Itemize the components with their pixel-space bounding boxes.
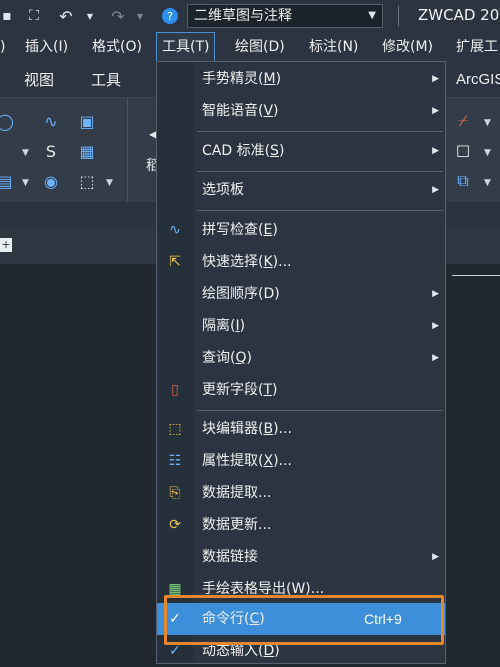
submenu-arrow-icon: ▶ (432, 106, 439, 116)
save-icon[interactable]: ▪ (2, 6, 12, 26)
tools-menu: 手势精灵(M) ▶ 智能语音(V) ▶ CAD 标准(S) ▶ 选项板 ▶ ∿ … (156, 61, 446, 664)
menu-separator (197, 410, 443, 411)
menu-item-data-extract[interactable]: ⎘ 数据提取... (157, 477, 445, 509)
quick-select-icon: ⇱ (169, 254, 181, 270)
menu-separator (197, 210, 443, 211)
submenu-arrow-icon: ▶ (432, 289, 439, 299)
menu-item-label: 查询(Q) (202, 350, 252, 366)
tab-view[interactable]: 视图 (24, 62, 54, 98)
tab-arcgis[interactable]: ArcGIS (456, 62, 500, 98)
menu-item-label: 绘图顺序(D) (202, 286, 280, 302)
highlight-box (164, 595, 444, 645)
chevron-down-icon[interactable]: ▼ (22, 178, 29, 188)
undo-dropdown-icon[interactable]: ▼ (84, 6, 96, 26)
menu-item-voice[interactable]: 智能语音(V) ▶ (157, 95, 445, 127)
submenu-arrow-icon: ▶ (432, 552, 439, 562)
spline-tool-icon[interactable]: ∿ (40, 110, 62, 132)
copy-tool-icon[interactable]: ⧉ (452, 170, 474, 192)
fullscreen-icon[interactable]: ⛶ (24, 6, 44, 26)
menu-item-label: 更新字段(T) (202, 382, 278, 398)
canvas-line (452, 275, 500, 276)
menu-item-cad-standard[interactable]: CAD 标准(S) ▶ (157, 135, 445, 167)
menu-item-label: 手势精灵(M) (202, 71, 282, 87)
donut-tool-icon[interactable]: ◉ (40, 170, 62, 192)
data-extract-icon: ⎘ (169, 485, 181, 501)
menu-item-label: 智能语音(V) (202, 103, 279, 119)
menu-item-label: 选项板 (202, 182, 244, 198)
menu-item-label: 块编辑器(B)... (202, 421, 292, 437)
menu-item-gesture[interactable]: 手势精灵(M) ▶ (157, 63, 445, 95)
menu-item-label: 隔离(I) (202, 318, 246, 334)
menu-item-attribute-extract[interactable]: ☷ 属性提取(X)... (157, 445, 445, 477)
menu-bar: ) 插入(I) 格式(O) 工具(T) 绘图(D) 标注(N) 修改(M) 扩展… (0, 32, 500, 62)
update-field-icon: ▯ (171, 382, 179, 398)
menu-item-block-editor[interactable]: ⬚ 块编辑器(B)... (157, 413, 445, 445)
menu-draw[interactable]: 绘图(D) (235, 32, 285, 62)
menu-item-label: 属性提取(X)... (202, 453, 292, 469)
menu-item-data-update[interactable]: ⟳ 数据更新... (157, 509, 445, 541)
spell-check-icon: ∿ (169, 222, 181, 238)
menu-item-palettes[interactable]: 选项板 ▶ (157, 174, 445, 206)
title-bar: ▪ ⛶ ↶ ▼ ↷ ▼ ? 二维草图与注释 ▼ ZWCAD 20 (0, 0, 500, 32)
polyline-tool-icon[interactable]: S (40, 140, 62, 162)
data-update-icon: ⟳ (169, 517, 181, 533)
submenu-arrow-icon: ▶ (432, 74, 439, 84)
submenu-arrow-icon: ▶ (432, 321, 439, 331)
redo-dropdown-icon[interactable]: ▼ (134, 6, 146, 26)
app-title: ZWCAD 20 (418, 6, 500, 24)
chevron-down-icon[interactable]: ▼ (22, 148, 29, 158)
menu-item-label: 拼写检查(E) (202, 222, 278, 238)
workspace-select[interactable]: 二维草图与注释 ▼ (187, 4, 383, 28)
redo-icon[interactable]: ↷ (108, 6, 128, 26)
region-tool-icon[interactable]: ⬚ (76, 170, 98, 192)
submenu-arrow-icon: ▶ (432, 146, 439, 156)
block-editor-icon: ⬚ (168, 421, 182, 437)
menu-separator (197, 171, 443, 172)
menu-item-label: 快速选择(K)... (202, 254, 292, 270)
menu-item-inquiry[interactable]: 查询(Q) ▶ (157, 342, 445, 374)
menu-extend[interactable]: 扩展工 (456, 32, 498, 62)
menu-partial[interactable]: ) (0, 32, 6, 62)
menu-item-spell-check[interactable]: ∿ 拼写检查(E) (157, 214, 445, 246)
attribute-extract-icon: ☷ (168, 453, 182, 469)
chevron-down-icon[interactable]: ▼ (484, 178, 491, 188)
table-tool-icon[interactable]: ▤ (0, 170, 16, 192)
menu-format[interactable]: 格式(O) (92, 32, 142, 62)
trim-tool-icon[interactable]: ⌿ (452, 110, 474, 132)
undo-icon[interactable]: ↶ (56, 6, 76, 26)
menu-insert[interactable]: 插入(I) (25, 32, 68, 62)
circle-tool-icon[interactable]: ◯ (0, 110, 16, 132)
tab-tools[interactable]: 工具 (91, 62, 121, 98)
menu-item-update-field[interactable]: ▯ 更新字段(T) (157, 374, 445, 406)
menu-item-quick-select[interactable]: ⇱ 快速选择(K)... (157, 246, 445, 278)
new-tab-icon[interactable]: + (0, 238, 12, 252)
layer-tool-icon[interactable]: ☐ (452, 140, 474, 162)
hatch-tool-icon[interactable]: ▦ (76, 140, 98, 162)
menu-item-isolate[interactable]: 隔离(I) ▶ (157, 310, 445, 342)
chevron-down-icon[interactable]: ▼ (106, 178, 113, 188)
menu-item-label: CAD 标准(S) (202, 143, 285, 159)
menu-item-label: 数据链接 (202, 549, 258, 565)
chevron-down-icon[interactable]: ▼ (484, 148, 491, 158)
chevron-down-icon: ▼ (368, 10, 376, 21)
menu-item-label: 数据更新... (202, 517, 272, 533)
menu-modify[interactable]: 修改(M) (382, 32, 433, 62)
help-icon[interactable]: ? (160, 6, 180, 26)
rectangle-tool-icon[interactable]: ▣ (76, 110, 98, 132)
submenu-arrow-icon: ▶ (432, 185, 439, 195)
menu-item-draw-order[interactable]: 绘图顺序(D) ▶ (157, 278, 445, 310)
menu-item-data-link[interactable]: 数据链接 ▶ (157, 541, 445, 573)
chevron-down-icon[interactable]: ▼ (484, 118, 491, 128)
workspace-value: 二维草图与注释 (194, 8, 292, 24)
menu-tools[interactable]: 工具(T) (156, 32, 216, 62)
menu-dimension[interactable]: 标注(N) (309, 32, 358, 62)
menu-separator (197, 131, 443, 132)
ribbon-divider (127, 98, 128, 202)
svg-text:?: ? (167, 10, 173, 23)
menu-item-label: 数据提取... (202, 485, 272, 501)
submenu-arrow-icon: ▶ (432, 353, 439, 363)
title-divider (398, 6, 399, 26)
